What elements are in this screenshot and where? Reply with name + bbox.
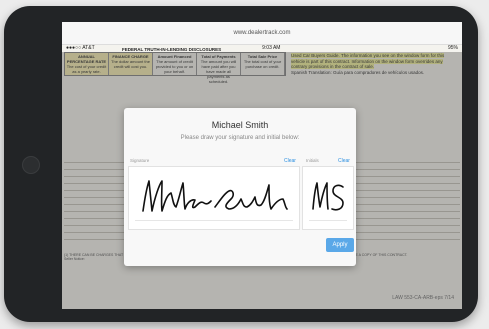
clear-initials-button[interactable]: Clear — [338, 158, 350, 164]
browser-url-bar[interactable]: www.dealertrack.com — [62, 22, 462, 45]
clear-signature-button[interactable]: Clear — [284, 158, 296, 164]
home-button[interactable] — [22, 156, 40, 174]
initials-label: Initials — [306, 158, 319, 163]
signature-instruction: Please draw your signature and initial b… — [180, 135, 300, 141]
tablet-frame: www.dealertrack.com ●●●○○ AT&T 9:03 AM 9… — [4, 6, 478, 322]
clock-label: 9:03 AM — [262, 45, 281, 51]
initials-pad[interactable] — [302, 166, 354, 230]
tablet-screen: www.dealertrack.com ●●●○○ AT&T 9:03 AM 9… — [62, 22, 462, 309]
initials-baseline — [309, 220, 347, 221]
signature-baseline — [135, 220, 293, 221]
status-bar: ●●●○○ AT&T 9:03 AM 95% — [62, 44, 462, 52]
apply-button[interactable]: Apply — [326, 238, 354, 252]
signature-modal: Michael Smith Please draw your signature… — [124, 108, 356, 266]
signature-pad[interactable] — [128, 166, 300, 230]
url-text: www.dealertrack.com — [233, 30, 291, 36]
carrier-label: ●●●○○ AT&T — [66, 45, 95, 51]
battery-label: 95% — [447, 45, 458, 51]
signer-name: Michael Smith — [211, 120, 269, 130]
signature-label: Signature — [130, 158, 150, 163]
